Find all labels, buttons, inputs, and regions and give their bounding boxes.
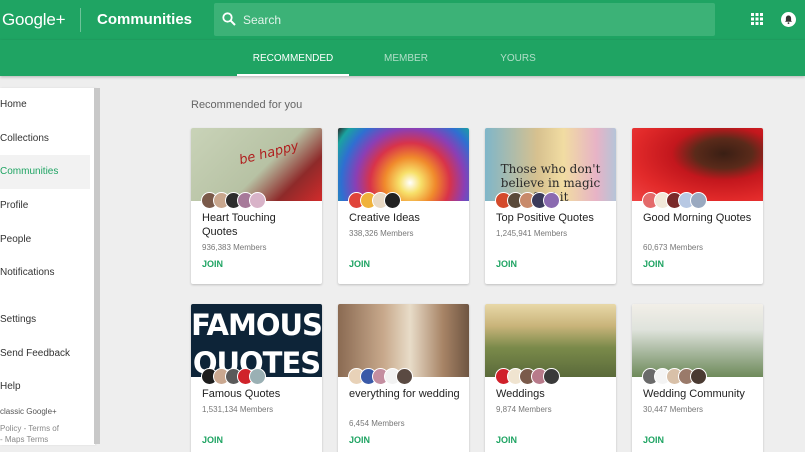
join-button[interactable]: JOIN [202,259,223,269]
classic-google-plus-link[interactable]: classic Google+ [0,407,57,416]
community-cover-image [338,128,469,201]
community-name[interactable]: everything for wedding [349,387,461,401]
avatar [690,368,707,385]
sidebar-item-home[interactable]: Home [0,88,90,122]
avatar [690,192,707,209]
sidebar-item-communities[interactable]: Communities [0,155,90,189]
join-button[interactable]: JOIN [643,435,664,445]
sidebar-item-send-feedback[interactable]: Send Feedback [0,337,90,371]
avatar [543,192,560,209]
community-cover-image [632,304,763,377]
sidebar-item-collections[interactable]: Collections [0,122,90,156]
cover-caption: be happy [237,138,301,169]
maps-terms-link[interactable]: - Maps Terms [0,435,48,444]
community-card[interactable]: be happy Heart Touching Quotes 936,383 M… [191,128,322,284]
sidebar-nav: Home Collections Communities Profile Peo… [0,88,95,445]
tab-member[interactable]: MEMBER [370,40,442,76]
avatar [396,368,413,385]
community-name[interactable]: Creative Ideas [349,211,461,225]
top-app-bar: Google+ Communities [0,0,805,40]
avatar [384,192,401,209]
member-count: 30,447 Members [643,405,704,414]
policy-terms-link[interactable]: Policy - Terms of [0,424,59,433]
member-count: 338,326 Members [349,229,414,238]
community-cover-image: be happy [191,128,322,201]
member-count: 6,454 Members [349,419,405,428]
community-card[interactable]: FAMOUS QUOTES Famous Quotes 1,531,134 Me… [191,304,322,452]
community-card[interactable]: Those who don't believe in magic find it… [485,128,616,284]
sidebar-scrollbar[interactable] [94,88,100,444]
community-card[interactable]: everything for wedding 6,454 Members JOI… [338,304,469,452]
community-cover-image: Those who don't believe in magic find it [485,128,616,201]
avatar [543,368,560,385]
community-name[interactable]: Heart Touching Quotes [202,211,314,239]
community-name[interactable]: Weddings [496,387,608,401]
member-count: 60,673 Members [643,243,704,252]
search-box[interactable] [214,3,715,36]
community-cover-image [485,304,616,377]
join-button[interactable]: JOIN [202,435,223,445]
sidebar-item-people[interactable]: People [0,223,90,257]
notifications-bell-icon[interactable] [781,12,796,27]
header-divider [80,8,81,32]
member-count: 1,531,134 Members [202,405,274,414]
join-button[interactable]: JOIN [643,259,664,269]
section-heading: Recommended for you [191,99,303,111]
sidebar-item-notifications[interactable]: Notifications [0,256,90,290]
community-name[interactable]: Top Positive Quotes [496,211,608,225]
avatar [249,192,266,209]
community-card[interactable]: Wedding Community 30,447 Members JOIN [632,304,763,452]
search-input[interactable] [243,3,703,36]
tab-recommended[interactable]: RECOMMENDED [237,40,349,76]
community-name[interactable]: Good Morning Quotes [643,211,755,225]
community-cover-image: FAMOUS QUOTES [191,304,322,377]
join-button[interactable]: JOIN [349,259,370,269]
page-title: Communities [97,11,193,28]
join-button[interactable]: JOIN [496,435,517,445]
join-button[interactable]: JOIN [349,435,370,445]
community-tabs: RECOMMENDED MEMBER YOURS [0,40,805,76]
community-card[interactable]: Weddings 9,874 Members JOIN [485,304,616,452]
avatar [249,368,266,385]
apps-grid-icon[interactable] [751,13,763,25]
community-card[interactable]: Creative Ideas 338,326 Members JOIN [338,128,469,284]
community-cover-image [338,304,469,377]
tab-yours[interactable]: YOURS [486,40,550,76]
member-count: 936,383 Members [202,243,267,252]
community-name[interactable]: Wedding Community [643,387,755,401]
community-name[interactable]: Famous Quotes [202,387,314,401]
join-button[interactable]: JOIN [496,259,517,269]
sidebar-item-profile[interactable]: Profile [0,189,90,223]
google-plus-logo[interactable]: Google+ [2,10,66,30]
community-cover-image [632,128,763,201]
member-count: 9,874 Members [496,405,552,414]
cover-caption: FAMOUS QUOTES [191,308,322,377]
search-icon[interactable] [222,12,236,26]
sidebar-item-settings[interactable]: Settings [0,303,90,337]
member-count: 1,245,941 Members [496,229,568,238]
sidebar-item-help[interactable]: Help [0,370,90,404]
community-card[interactable]: Good Morning Quotes 60,673 Members JOIN [632,128,763,284]
